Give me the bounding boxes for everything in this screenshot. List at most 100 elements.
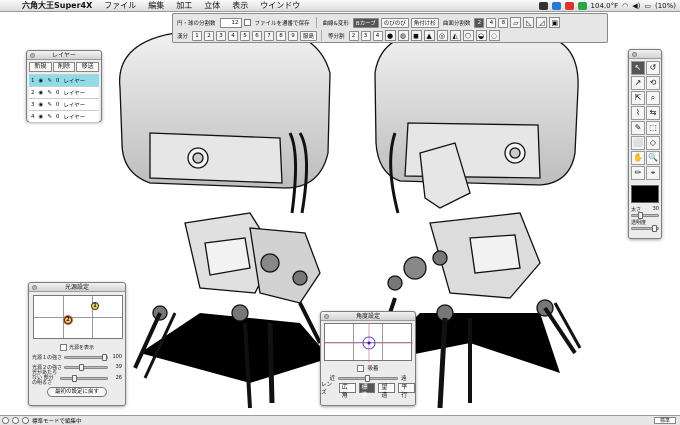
snap-checkbox[interactable] bbox=[357, 364, 365, 372]
hand-icon[interactable]: ✋ bbox=[631, 151, 645, 165]
rect-select-icon[interactable]: ⬚ bbox=[646, 121, 660, 135]
count-8-button[interactable]: 8 bbox=[276, 30, 287, 41]
slider-thumb[interactable] bbox=[638, 212, 643, 219]
divisions-field[interactable]: 12 bbox=[219, 17, 242, 28]
app-tray-icon[interactable] bbox=[538, 1, 548, 10]
layer-row[interactable]: 4 ◉ ✎ 0 レイヤー bbox=[29, 110, 99, 122]
tool-panel-title[interactable] bbox=[629, 50, 661, 59]
plane-tilt-shape-icon[interactable]: ◺ bbox=[523, 17, 535, 28]
count-5-button[interactable]: 5 bbox=[240, 30, 251, 41]
slider-thumb[interactable] bbox=[102, 353, 108, 361]
save-serial-checkbox[interactable] bbox=[243, 19, 251, 26]
cone-shape-icon[interactable]: ▲ bbox=[423, 30, 435, 41]
battery-icon[interactable]: ▭ bbox=[644, 2, 651, 10]
pencil-icon[interactable]: ✎ bbox=[45, 114, 54, 120]
menu-window[interactable]: ウインドウ bbox=[254, 0, 306, 11]
mirror-icon[interactable]: ⇆ bbox=[646, 106, 660, 120]
rotate-icon[interactable]: ↺ bbox=[646, 61, 660, 75]
slider-thumb[interactable] bbox=[365, 374, 370, 382]
status-icon-2[interactable] bbox=[12, 417, 19, 424]
ring-shape-icon[interactable]: ◌ bbox=[488, 30, 500, 41]
slider-thumb[interactable] bbox=[652, 225, 657, 232]
eye-icon[interactable]: ◉ bbox=[37, 90, 46, 96]
curve-icon[interactable]: ⌇ bbox=[631, 106, 645, 120]
tele-lens-button[interactable]: 望遠 bbox=[378, 383, 396, 399]
face-division-2-button[interactable]: 2 bbox=[474, 17, 485, 28]
count-3-button[interactable]: 3 bbox=[216, 30, 227, 41]
new-layer-button[interactable]: 新規 bbox=[29, 62, 52, 72]
delete-layer-button[interactable]: 削除 bbox=[52, 62, 76, 72]
lasso-icon[interactable]: ⌕ bbox=[646, 91, 660, 105]
light-bulb-icon[interactable]: 1 bbox=[91, 302, 99, 310]
layer-panel-title[interactable]: レイヤー bbox=[27, 51, 101, 60]
cup-shape-icon[interactable]: ◒ bbox=[475, 30, 487, 41]
light-bulb-icon[interactable]: 2 bbox=[64, 316, 72, 324]
equal-division-3-button[interactable]: 3 bbox=[360, 30, 371, 41]
stretch-mode-button[interactable]: のびのび bbox=[380, 17, 409, 28]
angle-panel-title[interactable]: 角度設定 bbox=[321, 312, 415, 321]
status-icon-3[interactable] bbox=[22, 417, 29, 424]
diamond-icon[interactable]: ◇ bbox=[646, 136, 660, 150]
app-tray-icon-3[interactable] bbox=[564, 1, 574, 10]
square-icon[interactable]: ⬜ bbox=[631, 136, 645, 150]
count-9-button[interactable]: 9 bbox=[288, 30, 299, 41]
menu-file[interactable]: ファイル bbox=[98, 0, 142, 11]
width-slider[interactable] bbox=[631, 212, 659, 219]
layer-row[interactable]: 2 ◉ ✎ 0 レイヤー bbox=[29, 86, 99, 98]
pencil-icon[interactable]: ✎ bbox=[45, 102, 54, 108]
count-7-button[interactable]: 7 bbox=[264, 30, 275, 41]
distance-slider[interactable] bbox=[338, 374, 398, 382]
volume-icon[interactable]: ◀) bbox=[632, 2, 640, 10]
mode-button[interactable]: 服島 bbox=[300, 30, 318, 41]
close-icon[interactable] bbox=[30, 53, 35, 58]
plane-shape-icon[interactable]: ▱ bbox=[510, 17, 522, 28]
show-light-checkbox[interactable] bbox=[59, 343, 67, 351]
count-1-button[interactable]: 1 bbox=[192, 30, 203, 41]
eyedropper-icon[interactable]: ⌖ bbox=[646, 166, 660, 180]
menu-edit[interactable]: 編集 bbox=[142, 0, 170, 11]
pencil-icon[interactable]: ✎ bbox=[45, 90, 54, 96]
sphere-shape-icon[interactable]: ● bbox=[384, 30, 396, 41]
count-4-button[interactable]: 4 bbox=[228, 30, 239, 41]
rotate-view-icon[interactable]: ⟲ bbox=[646, 76, 660, 90]
reset-defaults-button[interactable]: 最初の設定に戻す bbox=[47, 387, 107, 397]
equal-division-2-button[interactable]: 2 bbox=[348, 30, 359, 41]
menu-solid[interactable]: 立体 bbox=[198, 0, 226, 11]
wifi-icon[interactable]: ◠ bbox=[622, 2, 628, 10]
close-icon[interactable] bbox=[324, 314, 329, 319]
box-shape-icon[interactable]: ▣ bbox=[549, 17, 561, 28]
layer-row[interactable]: 1 ◉ ✎ 0 レイヤー bbox=[29, 74, 99, 86]
parallel-lens-button[interactable]: 平行 bbox=[398, 383, 415, 399]
light-panel-title[interactable]: 光源設定 bbox=[29, 283, 125, 292]
close-icon[interactable] bbox=[32, 285, 37, 290]
hexagon-shape-icon[interactable]: ⬡ bbox=[462, 30, 474, 41]
wide-lens-button[interactable]: 広角 bbox=[338, 383, 356, 399]
eye-icon[interactable]: ◉ bbox=[37, 78, 46, 84]
pencil-icon[interactable]: ✎ bbox=[45, 78, 54, 84]
angle-indicator-icon[interactable] bbox=[325, 324, 413, 362]
equal-division-4-button[interactable]: 4 bbox=[372, 30, 383, 41]
corner-mode-button[interactable]: 角付け杉 bbox=[410, 17, 439, 28]
face-division-8-button[interactable]: 8 bbox=[498, 17, 509, 28]
color-swatch[interactable] bbox=[631, 185, 659, 203]
app-menu[interactable]: 六角大王Super4X bbox=[16, 0, 98, 11]
opacity-slider[interactable] bbox=[631, 225, 659, 232]
select-arrow-icon[interactable]: ↖ bbox=[631, 61, 645, 75]
slider-thumb[interactable] bbox=[79, 363, 85, 371]
cube-shape-icon[interactable]: ◼ bbox=[410, 30, 422, 41]
app-tray-icon-2[interactable] bbox=[551, 1, 561, 10]
cylinder-shape-icon[interactable]: ◍ bbox=[397, 30, 409, 41]
pen-icon[interactable]: ✏ bbox=[631, 166, 645, 180]
torus-shape-icon[interactable]: ◎ bbox=[436, 30, 448, 41]
face-division-4-button[interactable]: 4 bbox=[486, 17, 497, 28]
pyramid-shape-icon[interactable]: ◭ bbox=[449, 30, 461, 41]
menu-process[interactable]: 加工 bbox=[170, 0, 198, 11]
layer-row[interactable]: 3 ◉ ✎ 0 レイヤー bbox=[29, 98, 99, 110]
slider-thumb[interactable] bbox=[72, 374, 77, 382]
light2-slider[interactable] bbox=[64, 363, 108, 371]
angle-grid[interactable] bbox=[324, 323, 413, 362]
menu-view[interactable]: 表示 bbox=[226, 0, 254, 11]
bcurve-mode-button[interactable]: Bカーブ bbox=[352, 17, 379, 28]
eye-icon[interactable]: ◉ bbox=[37, 114, 46, 120]
move-icon[interactable]: ↗ bbox=[631, 76, 645, 90]
